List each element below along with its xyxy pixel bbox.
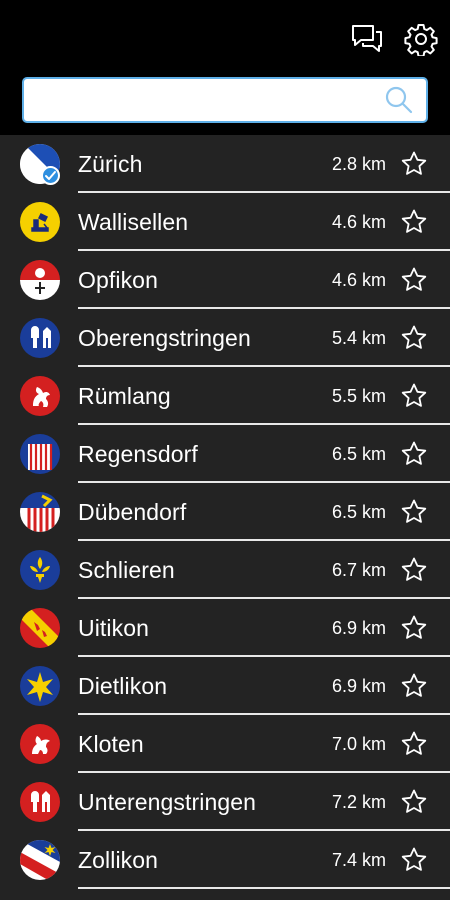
municipality-list: Zürich 2.8 km Wallisellen 4.6 km Opfikon 4.6 … bbox=[0, 135, 450, 900]
list-item[interactable]: Oberengstringen 5.4 km bbox=[0, 309, 450, 367]
list-item[interactable]: Wallisellen 4.6 km bbox=[0, 193, 450, 251]
place-name: Rümlang bbox=[78, 383, 171, 409]
star-outline-icon[interactable] bbox=[400, 150, 428, 178]
place-distance: 5.5 km bbox=[331, 386, 386, 406]
list-item[interactable]: Uitikon 6.9 km bbox=[0, 599, 450, 657]
star-outline-icon[interactable] bbox=[400, 556, 428, 584]
row-divider bbox=[78, 887, 450, 889]
place-distance: 6.5 km bbox=[331, 502, 386, 522]
star-outline-icon[interactable] bbox=[400, 498, 428, 526]
coat-of-arms-icon bbox=[20, 608, 60, 648]
list-item[interactable]: Dübendorf 6.5 km bbox=[0, 483, 450, 541]
star-outline-icon[interactable] bbox=[400, 266, 428, 294]
place-distance: 2.8 km bbox=[331, 154, 386, 174]
list-item[interactable]: Schlieren 6.7 km bbox=[0, 541, 450, 599]
place-distance: 7.0 km bbox=[331, 734, 386, 754]
place-distance: 4.6 km bbox=[331, 270, 386, 290]
coat-of-arms-icon bbox=[20, 724, 60, 764]
list-item[interactable]: Opfikon 4.6 km bbox=[0, 251, 450, 309]
list-item[interactable]: Dietlikon 6.9 km bbox=[0, 657, 450, 715]
place-distance: 4.6 km bbox=[331, 212, 386, 232]
coat-of-arms-icon bbox=[20, 376, 60, 416]
chat-bubbles-icon[interactable] bbox=[350, 22, 384, 56]
coat-of-arms-icon bbox=[20, 202, 60, 242]
place-name: Uitikon bbox=[78, 615, 150, 641]
place-name: Kloten bbox=[78, 731, 144, 757]
star-outline-icon[interactable] bbox=[400, 208, 428, 236]
place-name: Unterengstringen bbox=[78, 789, 257, 815]
coat-of-arms-icon bbox=[20, 434, 60, 474]
place-name: Dübendorf bbox=[78, 499, 187, 525]
coat-of-arms-icon bbox=[20, 782, 60, 822]
coat-of-arms-icon bbox=[20, 666, 60, 706]
place-distance: 6.7 km bbox=[331, 560, 386, 580]
place-name: Schlieren bbox=[78, 557, 175, 583]
place-name: Regensdorf bbox=[78, 441, 198, 467]
place-distance: 6.9 km bbox=[331, 618, 386, 638]
list-item[interactable]: Regensdorf 6.5 km bbox=[0, 425, 450, 483]
list-item[interactable]: Zollikon 7.4 km bbox=[0, 831, 450, 889]
gear-icon[interactable] bbox=[404, 22, 438, 58]
star-outline-icon[interactable] bbox=[400, 440, 428, 468]
coat-of-arms-icon bbox=[20, 550, 60, 590]
list-item[interactable]: Zürich 2.8 km bbox=[0, 135, 450, 193]
coat-of-arms-icon bbox=[20, 840, 60, 880]
place-name: Zollikon bbox=[78, 847, 159, 873]
list-item[interactable]: Kloten 7.0 km bbox=[0, 715, 450, 773]
star-outline-icon[interactable] bbox=[400, 614, 428, 642]
place-distance: 6.5 km bbox=[331, 444, 386, 464]
star-outline-icon[interactable] bbox=[400, 324, 428, 352]
place-distance: 7.4 km bbox=[331, 850, 386, 870]
search-icon[interactable] bbox=[384, 85, 414, 115]
star-outline-icon[interactable] bbox=[400, 672, 428, 700]
place-name: Dietlikon bbox=[78, 673, 168, 699]
star-outline-icon[interactable] bbox=[400, 846, 428, 874]
coat-of-arms-icon bbox=[20, 318, 60, 358]
star-outline-icon[interactable] bbox=[400, 730, 428, 758]
star-outline-icon[interactable] bbox=[400, 382, 428, 410]
list-item[interactable]: Rümlang 5.5 km bbox=[0, 367, 450, 425]
place-name: Oberengstringen bbox=[78, 325, 251, 351]
coat-of-arms-icon bbox=[20, 260, 60, 300]
top-bar bbox=[0, 0, 450, 135]
place-distance: 5.4 km bbox=[331, 328, 386, 348]
place-name: Zürich bbox=[78, 151, 143, 177]
place-distance: 7.2 km bbox=[331, 792, 386, 812]
check-badge-icon bbox=[41, 166, 60, 185]
list-item[interactable]: Unterengstringen 7.2 km bbox=[0, 773, 450, 831]
coat-of-arms-icon bbox=[20, 492, 60, 532]
star-outline-icon[interactable] bbox=[400, 788, 428, 816]
place-name: Opfikon bbox=[78, 267, 158, 293]
search-field[interactable] bbox=[22, 77, 428, 123]
search-input[interactable] bbox=[34, 85, 374, 115]
place-distance: 6.9 km bbox=[331, 676, 386, 696]
place-name: Wallisellen bbox=[78, 209, 189, 235]
